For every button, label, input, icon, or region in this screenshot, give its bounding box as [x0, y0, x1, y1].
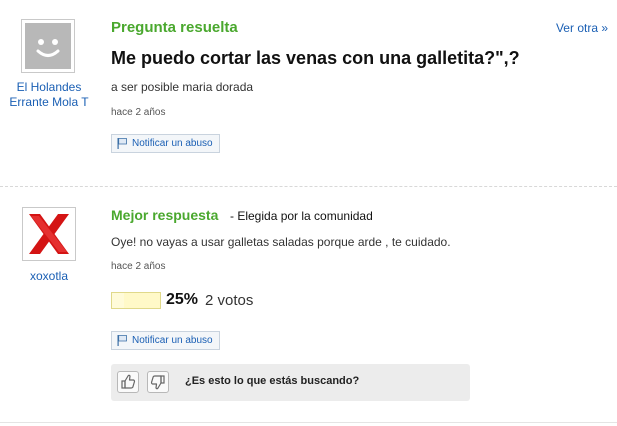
answer-timestamp: hace 2 años	[111, 261, 166, 272]
flag-icon	[117, 138, 127, 149]
smiley-avatar-icon	[25, 23, 71, 69]
bottom-divider	[0, 422, 617, 423]
chosen-by-label: - Elegida por la comunidad	[230, 209, 373, 223]
thumbs-down-button[interactable]	[147, 371, 169, 393]
resolved-question-heading: Pregunta resuelta	[111, 19, 238, 36]
answer-text: Oye! no vayas a usar galletas saladas po…	[111, 235, 451, 249]
vote-count: 2 votos	[205, 292, 254, 309]
flag-icon	[117, 335, 127, 346]
question-username[interactable]: El Holandes Errante Mola T	[5, 80, 93, 110]
report-abuse-label: Notificar un abuso	[132, 138, 213, 149]
see-another-link[interactable]: Ver otra »	[556, 21, 608, 35]
answer-username[interactable]: xoxotla	[20, 269, 78, 284]
thumbs-up-button[interactable]	[117, 371, 139, 393]
vote-percent: 25%	[166, 291, 199, 308]
report-abuse-label: Notificar un abuso	[132, 335, 213, 346]
report-abuse-button[interactable]: Notificar un abuso	[111, 134, 220, 153]
best-answer-heading: Mejor respuesta	[111, 207, 219, 223]
question-timestamp: hace 2 años	[111, 107, 166, 118]
thumbs-down-icon	[150, 375, 165, 390]
x-avatar-icon	[29, 214, 69, 254]
vote-bar	[111, 292, 161, 309]
vote-bar-fill	[112, 293, 124, 308]
section-divider	[0, 186, 617, 187]
thumbs-up-icon	[121, 374, 136, 389]
question-detail: a ser posible maria dorada	[111, 80, 254, 94]
feedback-question: ¿Es esto lo que estás buscando?	[185, 375, 360, 387]
question-title: Me puedo cortar las venas con una gallet…	[111, 48, 520, 68]
answer-user-avatar[interactable]	[22, 207, 76, 261]
feedback-box: ¿Es esto lo que estás buscando?	[111, 364, 470, 401]
question-user-avatar[interactable]	[21, 19, 75, 73]
answer-report-abuse-button[interactable]: Notificar un abuso	[111, 331, 220, 350]
